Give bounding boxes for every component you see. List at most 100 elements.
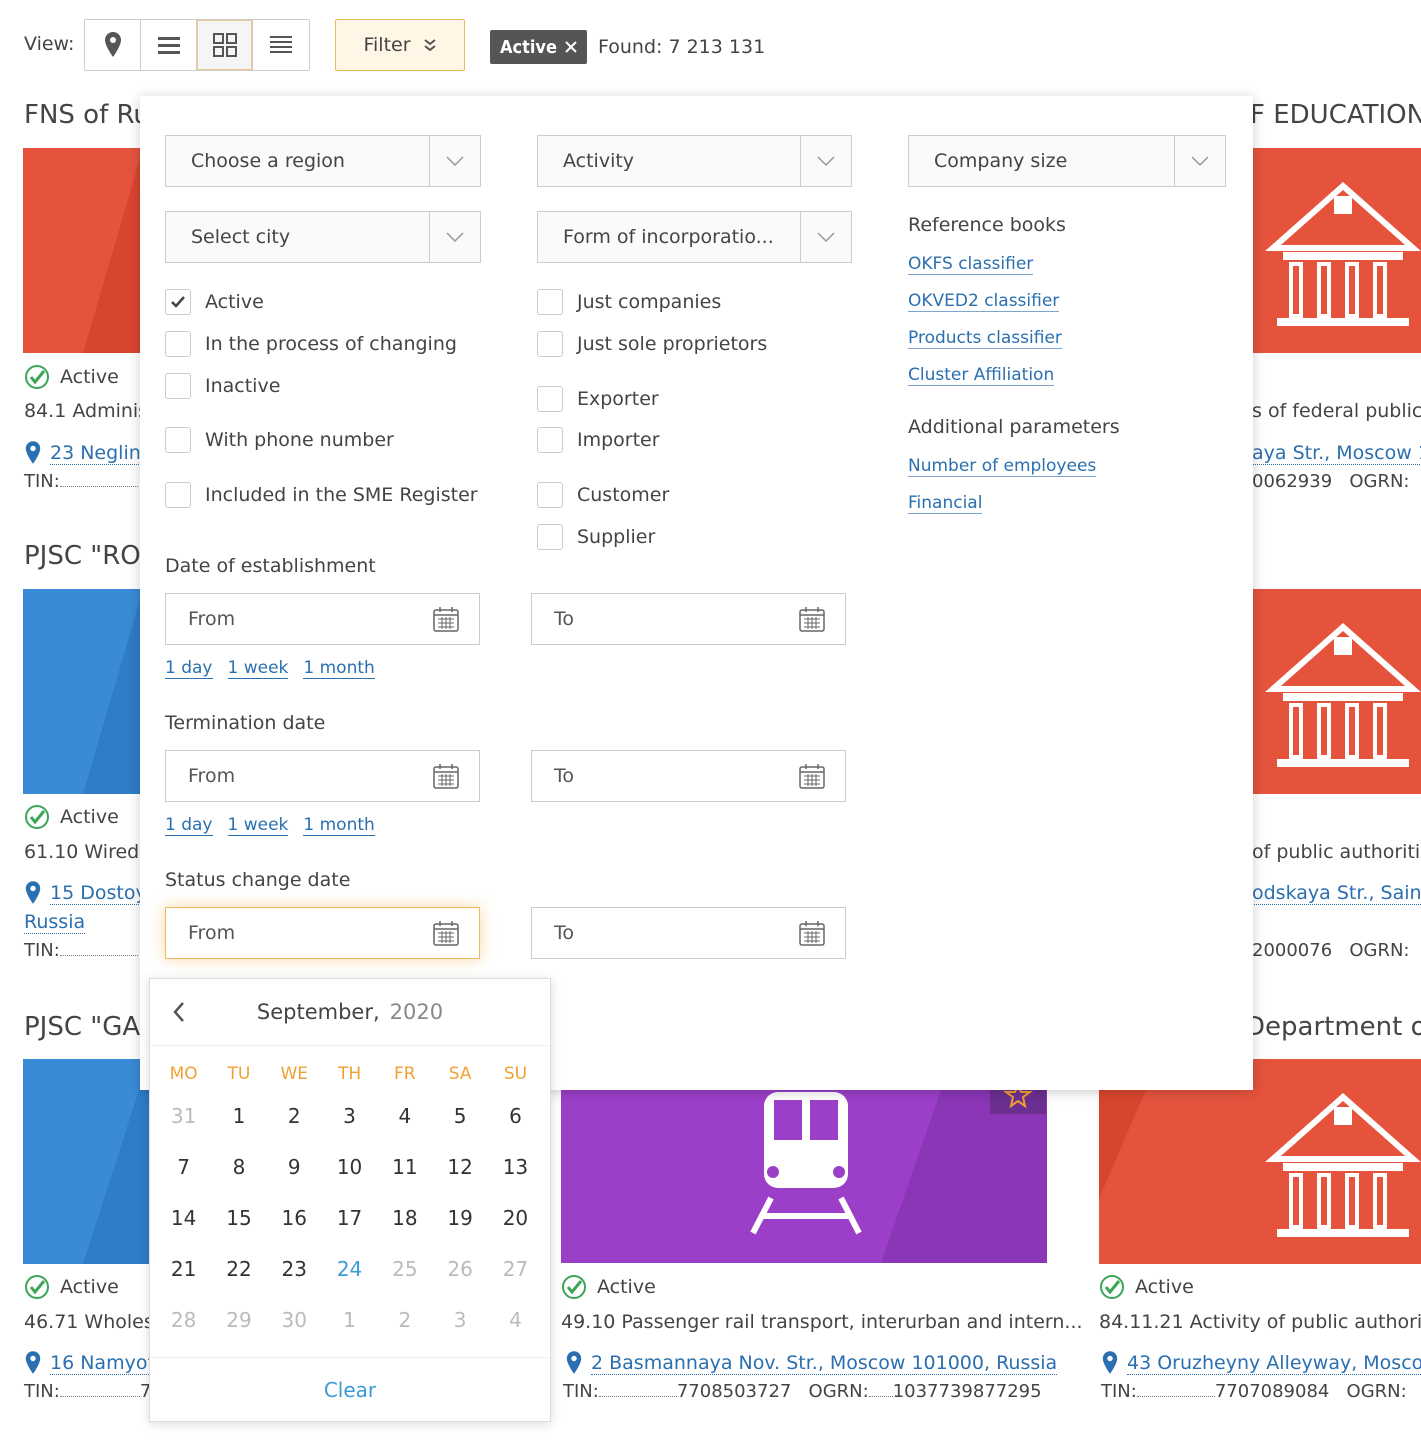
card-image[interactable] xyxy=(561,1090,1047,1263)
address-link[interactable]: aya Str., Moscow 12 xyxy=(1252,442,1421,465)
chevron-left-icon[interactable] xyxy=(172,1001,186,1023)
card-title[interactable]: FNS of Ru xyxy=(24,100,150,130)
list-view-button[interactable] xyxy=(141,20,197,70)
status-change-from-input[interactable]: From xyxy=(165,907,480,959)
address-link[interactable]: 16 Namyot xyxy=(50,1352,155,1375)
quick-1-month[interactable]: 1 month xyxy=(303,658,375,679)
calendar-day[interactable]: 29 xyxy=(211,1294,266,1345)
checkbox-importer[interactable]: Importer xyxy=(537,427,660,453)
calendar-day[interactable]: 2 xyxy=(377,1294,432,1345)
calendar-icon[interactable] xyxy=(433,920,459,946)
address-link[interactable]: 15 Dostoy xyxy=(50,882,147,905)
card-image[interactable] xyxy=(1253,589,1421,794)
quick-1-week[interactable]: 1 week xyxy=(227,658,289,679)
calendar-day[interactable]: 3 xyxy=(322,1090,377,1141)
card-image[interactable] xyxy=(1253,148,1421,353)
compact-list-view-button[interactable] xyxy=(253,20,309,70)
card-address[interactable]: 43 Oruzheyny Alleyway, Moscow xyxy=(1101,1350,1421,1376)
address-link[interactable]: 23 Neglin xyxy=(50,442,141,465)
calendar-day[interactable]: 15 xyxy=(211,1192,266,1243)
calendar-day[interactable]: 22 xyxy=(211,1243,266,1294)
activity-select[interactable]: Activity xyxy=(537,135,852,187)
calendar-day[interactable]: 23 xyxy=(267,1243,322,1294)
address-link[interactable]: 2 Basmannaya Nov. Str., Moscow 101000, R… xyxy=(591,1352,1058,1375)
calendar-day[interactable]: 3 xyxy=(432,1294,487,1345)
card-address[interactable]: 23 Neglin xyxy=(24,440,141,466)
products-classifier-link[interactable]: Products classifier xyxy=(908,328,1062,349)
checkbox-active[interactable]: Active xyxy=(165,289,264,315)
checkbox-inactive[interactable]: Inactive xyxy=(165,373,280,399)
checkbox-sole-proprietors[interactable]: Just sole proprietors xyxy=(537,331,767,357)
calendar-icon[interactable] xyxy=(799,920,825,946)
card-image[interactable] xyxy=(23,589,143,794)
calendar-day[interactable]: 9 xyxy=(267,1141,322,1192)
quick-1-day[interactable]: 1 day xyxy=(165,815,213,836)
calendar-day[interactable]: 19 xyxy=(432,1192,487,1243)
close-icon[interactable] xyxy=(565,41,577,53)
calendar-year[interactable]: 2020 xyxy=(390,1000,443,1024)
calendar-day[interactable]: 21 xyxy=(156,1243,211,1294)
okved2-classifier-link[interactable]: OKVED2 classifier xyxy=(908,291,1060,312)
calendar-icon[interactable] xyxy=(433,606,459,632)
calendar-day[interactable]: 27 xyxy=(488,1243,543,1294)
region-select[interactable]: Choose a region xyxy=(165,135,481,187)
financial-link[interactable]: Financial xyxy=(908,493,983,514)
calendar-day[interactable]: 30 xyxy=(267,1294,322,1345)
calendar-clear-button[interactable]: Clear xyxy=(150,1357,550,1421)
calendar-day[interactable]: 8 xyxy=(211,1141,266,1192)
cluster-affiliation-link[interactable]: Cluster Affiliation xyxy=(908,365,1055,386)
establishment-to-input[interactable]: To xyxy=(531,593,846,645)
calendar-day[interactable]: 12 xyxy=(432,1141,487,1192)
calendar-day[interactable]: 31 xyxy=(156,1090,211,1141)
company-size-select[interactable]: Company size xyxy=(908,135,1226,187)
calendar-day[interactable]: 25 xyxy=(377,1243,432,1294)
calendar-day[interactable]: 17 xyxy=(322,1192,377,1243)
calendar-day[interactable]: 6 xyxy=(488,1090,543,1141)
quick-1-month[interactable]: 1 month xyxy=(303,815,375,836)
calendar-day[interactable]: 4 xyxy=(377,1090,432,1141)
calendar-day[interactable]: 13 xyxy=(488,1141,543,1192)
address-link-line2[interactable]: Russia xyxy=(24,911,86,934)
card-address[interactable]: 16 Namyot xyxy=(24,1350,155,1376)
card-address[interactable]: 15 Dostoy xyxy=(24,880,147,906)
checkbox-supplier[interactable]: Supplier xyxy=(537,524,655,550)
calendar-icon[interactable] xyxy=(799,606,825,632)
checkbox-changing[interactable]: In the process of changing xyxy=(165,331,457,357)
calendar-day[interactable]: 11 xyxy=(377,1141,432,1192)
grid-view-button[interactable] xyxy=(197,20,253,70)
okfs-classifier-link[interactable]: OKFS classifier xyxy=(908,254,1034,275)
number-of-employees-link[interactable]: Number of employees xyxy=(908,456,1097,477)
checkbox-exporter[interactable]: Exporter xyxy=(537,386,659,412)
calendar-day[interactable]: 14 xyxy=(156,1192,211,1243)
address-link[interactable]: odskaya Str., Saint xyxy=(1252,882,1421,905)
calendar-day[interactable]: 20 xyxy=(488,1192,543,1243)
termination-to-input[interactable]: To xyxy=(531,750,846,802)
checkbox-customer[interactable]: Customer xyxy=(537,482,669,508)
calendar-day[interactable]: 26 xyxy=(432,1243,487,1294)
calendar-day[interactable]: 2 xyxy=(267,1090,322,1141)
incorporation-form-select[interactable]: Form of incorporatio... xyxy=(537,211,852,263)
map-view-button[interactable] xyxy=(85,20,141,70)
quick-1-week[interactable]: 1 week xyxy=(227,815,289,836)
calendar-month[interactable]: September, xyxy=(257,1000,380,1024)
checkbox-with-phone[interactable]: With phone number xyxy=(165,427,394,453)
establishment-from-input[interactable]: From xyxy=(165,593,480,645)
calendar-icon[interactable] xyxy=(433,763,459,789)
calendar-day[interactable]: 16 xyxy=(267,1192,322,1243)
checkbox-sme-register[interactable]: Included in the SME Register xyxy=(165,482,478,508)
calendar-day[interactable]: 10 xyxy=(322,1141,377,1192)
calendar-day[interactable]: 1 xyxy=(322,1294,377,1345)
card-title[interactable]: Department of xyxy=(1245,1012,1421,1042)
card-title[interactable]: F EDUCATION xyxy=(1250,100,1421,130)
card-image[interactable] xyxy=(23,148,143,353)
city-select[interactable]: Select city xyxy=(165,211,481,263)
calendar-day[interactable]: 28 xyxy=(156,1294,211,1345)
status-change-to-input[interactable]: To xyxy=(531,907,846,959)
calendar-day[interactable]: 4 xyxy=(488,1294,543,1345)
quick-1-day[interactable]: 1 day xyxy=(165,658,213,679)
calendar-day[interactable]: 7 xyxy=(156,1141,211,1192)
calendar-day[interactable]: 5 xyxy=(432,1090,487,1141)
card-image[interactable] xyxy=(23,1059,149,1264)
active-filter-tag[interactable]: Active xyxy=(490,30,587,64)
address-link[interactable]: 43 Oruzheyny Alleyway, Moscow xyxy=(1127,1352,1421,1375)
